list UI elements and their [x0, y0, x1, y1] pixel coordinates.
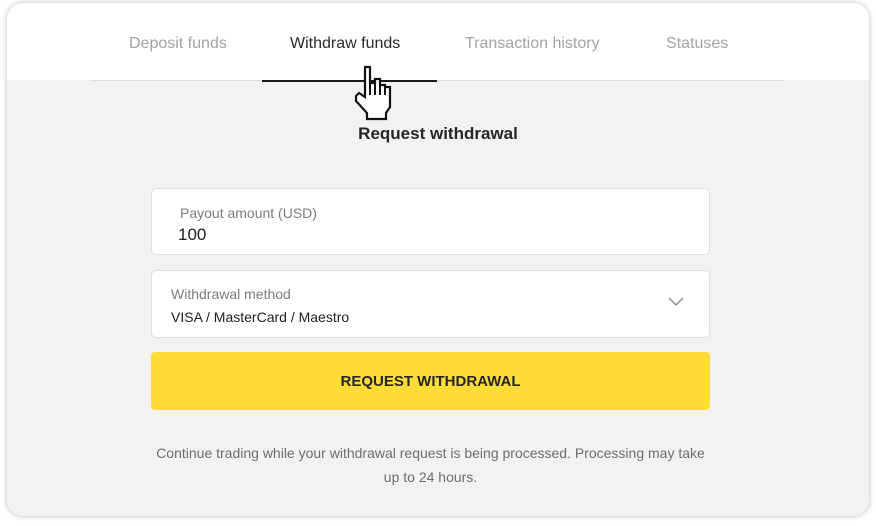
tab-divider	[90, 80, 784, 81]
tab-deposit-funds[interactable]: Deposit funds	[129, 35, 227, 53]
tab-withdraw-funds[interactable]: Withdraw funds	[290, 35, 400, 53]
withdrawal-method-select[interactable]: Withdrawal method VISA / MasterCard / Ma…	[151, 270, 710, 338]
withdrawal-card: Deposit funds Withdraw funds Transaction…	[7, 3, 869, 516]
form-title: Request withdrawal	[358, 124, 518, 143]
tab-bar: Deposit funds Withdraw funds Transaction…	[7, 3, 869, 80]
chevron-down-icon[interactable]	[668, 295, 684, 307]
tab-statuses[interactable]: Statuses	[666, 35, 728, 53]
withdrawal-method-value: VISA / MasterCard / Maestro	[171, 309, 350, 325]
withdrawal-method-label: Withdrawal method	[171, 286, 291, 302]
payout-amount-field[interactable]: Payout amount (USD) 100	[151, 188, 710, 255]
active-tab-indicator	[262, 80, 437, 82]
tab-transaction-history[interactable]: Transaction history	[465, 35, 600, 53]
payout-amount-label: Payout amount (USD)	[180, 205, 317, 221]
payout-amount-value[interactable]: 100	[178, 225, 206, 245]
processing-note: Continue trading while your withdrawal r…	[156, 445, 705, 485]
request-withdrawal-button[interactable]: REQUEST WITHDRAWAL	[151, 352, 710, 410]
